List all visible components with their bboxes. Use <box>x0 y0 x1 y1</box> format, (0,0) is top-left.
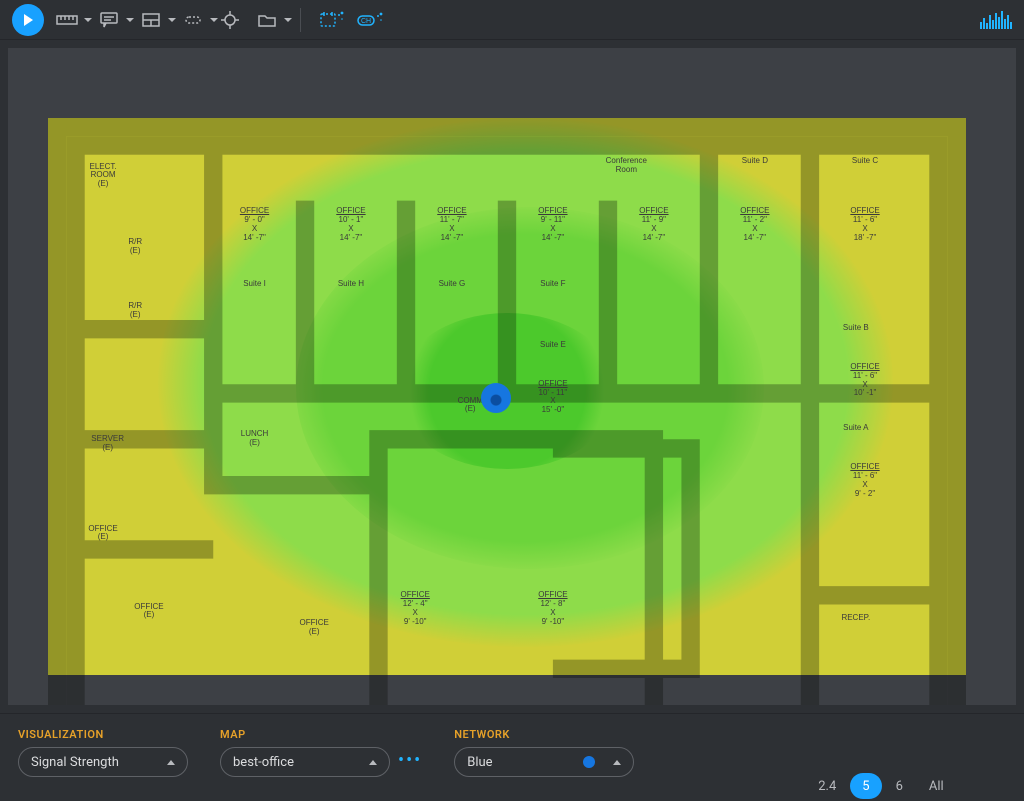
ruler-tool-button[interactable] <box>48 6 86 34</box>
heatmap-overlay: ELECT.ROOM(E) R/R(E) R/R(E) SERVER(E) OFFICE… <box>48 118 966 675</box>
room-label: COMM(E) <box>458 397 483 415</box>
room-label: Suite D <box>742 157 768 166</box>
room-label: OFFICE(E) <box>88 525 117 543</box>
layout-tool-button[interactable] <box>132 6 170 34</box>
room-label: OFFICE12' - 4"X9' -10" <box>401 591 430 626</box>
toolbar-separator <box>300 8 301 32</box>
play-button[interactable] <box>12 4 44 36</box>
channel-ai-button[interactable]: CH <box>353 6 387 34</box>
room-label: OFFICE11' - 6"X18' -7" <box>850 207 879 242</box>
room-label: LUNCH(E) <box>241 430 269 448</box>
visualization-label: VISUALIZATION <box>18 728 188 741</box>
network-label: NETWORK <box>454 728 634 741</box>
chevron-up-icon <box>613 760 621 765</box>
map-select[interactable]: best-office <box>220 747 390 777</box>
room-label: Suite I <box>243 280 266 289</box>
map-value: best-office <box>233 755 294 770</box>
top-toolbar: CH <box>0 0 1024 40</box>
room-label: Suite B <box>843 324 869 333</box>
room-label: Suite A <box>843 424 868 433</box>
room-label: OFFICE9' - 11"X14' -7" <box>538 207 567 242</box>
svg-text:CH: CH <box>361 18 371 25</box>
visualization-value: Signal Strength <box>31 755 119 770</box>
room-label: OFFICE(E) <box>300 619 329 637</box>
room-label: OFFICE11' - 9"X14' -7" <box>639 207 668 242</box>
band-tabs: 2.456All <box>806 773 955 799</box>
map-label: MAP <box>220 728 390 741</box>
room-label: OFFICE10' - 1"X14' -7" <box>336 207 365 242</box>
folder-tool-button[interactable] <box>248 6 286 34</box>
main-canvas[interactable]: ELECT.ROOM(E) R/R(E) R/R(E) SERVER(E) OFFICE… <box>0 40 1024 713</box>
room-label: OFFICE11' - 2"X14' -7" <box>740 207 769 242</box>
spectrum-icon[interactable] <box>980 11 1012 29</box>
band-tab-All[interactable]: All <box>917 773 956 799</box>
bottom-panel: VISUALIZATION Signal Strength MAP best-o… <box>0 713 1024 801</box>
room-label: SERVER(E) <box>91 435 124 453</box>
floor-plan <box>48 118 966 705</box>
band-tab-5[interactable]: 5 <box>850 773 881 799</box>
map-more-button[interactable]: ••• <box>398 750 422 771</box>
room-label: Suite H <box>338 280 364 289</box>
room-label: OFFICE11' - 6"X9' - 2" <box>850 463 879 498</box>
network-group: NETWORK Blue <box>454 728 634 777</box>
room-label: Suite C <box>852 157 878 166</box>
room-label: Suite E <box>540 341 566 350</box>
room-label: ELECT.ROOM(E) <box>90 163 117 189</box>
chevron-up-icon <box>369 760 377 765</box>
room-label: RECEP. <box>841 614 870 623</box>
room-label: OFFICE9' - 0"X14' -7" <box>240 207 269 242</box>
room-label: R/R(E) <box>128 302 142 320</box>
room-label: OFFICE11' - 7"X14' -7" <box>437 207 466 242</box>
room-label: ConferenceRoom <box>606 157 647 175</box>
network-value: Blue <box>467 755 492 770</box>
room-label: R/R(E) <box>128 238 142 256</box>
room-label: Suite F <box>540 280 565 289</box>
range-tool-button[interactable] <box>174 6 212 34</box>
band-tab-6[interactable]: 6 <box>884 773 915 799</box>
map-group: MAP best-office <box>220 728 390 777</box>
room-label: OFFICE10' - 11"X15' -0" <box>538 380 567 415</box>
room-label: OFFICE12' - 8"X9' -10" <box>538 591 567 626</box>
network-select[interactable]: Blue <box>454 747 634 777</box>
visualization-select[interactable]: Signal Strength <box>18 747 188 777</box>
calendar-ai-button[interactable] <box>315 6 349 34</box>
comment-tool-button[interactable] <box>90 6 128 34</box>
access-point-marker[interactable] <box>481 383 511 413</box>
target-tool-button[interactable] <box>216 6 244 34</box>
room-label: OFFICE11' - 6"X10' -1" <box>850 363 879 398</box>
network-color-swatch <box>583 756 595 768</box>
room-label: Suite G <box>439 280 466 289</box>
chevron-up-icon <box>167 760 175 765</box>
room-label: OFFICE(E) <box>134 603 163 621</box>
band-tab-24[interactable]: 2.4 <box>806 773 848 799</box>
visualization-group: VISUALIZATION Signal Strength <box>18 728 188 777</box>
